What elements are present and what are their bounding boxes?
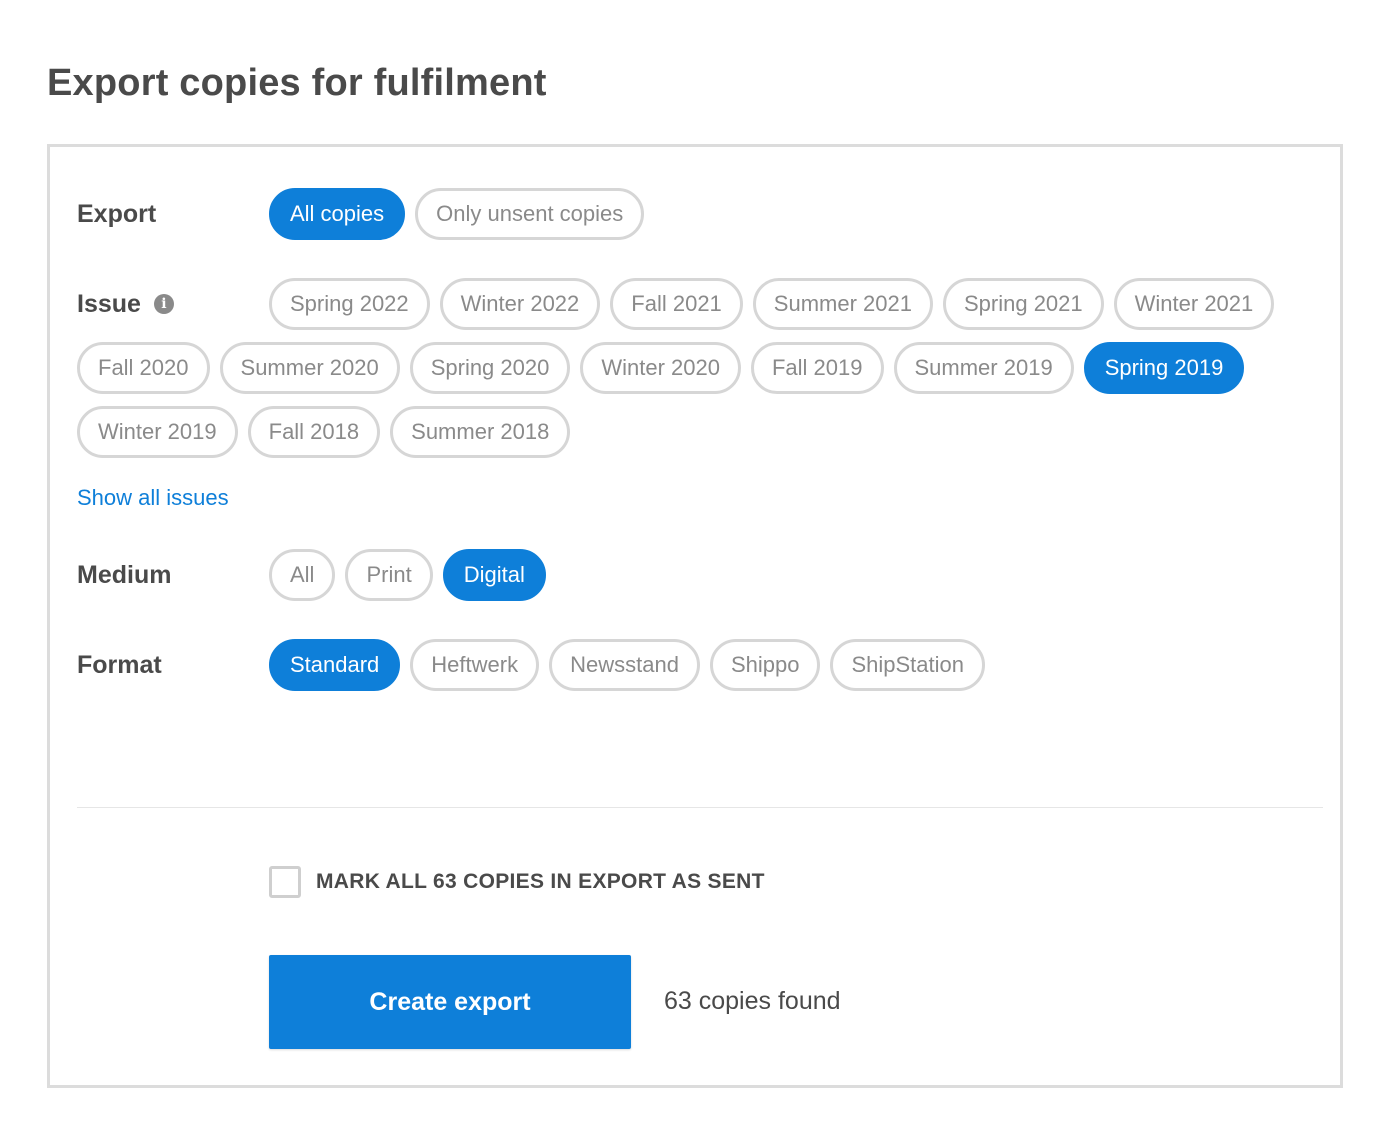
issue-option[interactable]: Winter 2019 bbox=[77, 406, 238, 458]
issue-option[interactable]: Winter 2020 bbox=[580, 342, 741, 394]
issue-option[interactable]: Summer 2019 bbox=[893, 342, 1074, 394]
issue-option[interactable]: Summer 2018 bbox=[390, 406, 571, 458]
issue-option[interactable]: Spring 2019 bbox=[1083, 342, 1245, 394]
medium-option-print[interactable]: Print bbox=[345, 549, 433, 601]
copies-found-count: 63 copies found bbox=[664, 987, 841, 1015]
export-option-only-unsent[interactable]: Only unsent copies bbox=[415, 188, 645, 240]
create-export-button[interactable]: Create export bbox=[269, 955, 631, 1049]
issue-option[interactable]: Summer 2020 bbox=[219, 342, 400, 394]
medium-options: All Print Digital bbox=[269, 549, 546, 601]
format-label: Format bbox=[77, 650, 162, 679]
show-all-issues-link[interactable]: Show all issues bbox=[77, 485, 229, 511]
format-option-shippo[interactable]: Shippo bbox=[709, 639, 821, 691]
format-options: Standard Heftwerk Newsstand Shippo ShipS… bbox=[269, 639, 985, 691]
export-options: All copies Only unsent copies bbox=[269, 188, 645, 240]
format-option-standard[interactable]: Standard bbox=[269, 639, 401, 691]
issue-option[interactable]: Fall 2019 bbox=[750, 342, 884, 394]
format-option-heftwerk[interactable]: Heftwerk bbox=[410, 639, 540, 691]
issue-label: Issue i bbox=[77, 278, 174, 330]
format-option-newsstand[interactable]: Newsstand bbox=[549, 639, 700, 691]
issue-options-row-3: Winter 2019 Fall 2018 Summer 2018 bbox=[77, 406, 571, 458]
section-divider bbox=[77, 807, 1323, 808]
issue-option[interactable]: Winter 2021 bbox=[1113, 278, 1275, 330]
issue-option[interactable]: Spring 2022 bbox=[269, 278, 430, 330]
issue-option[interactable]: Spring 2021 bbox=[942, 278, 1104, 330]
export-option-all-copies[interactable]: All copies bbox=[269, 188, 406, 240]
issue-option[interactable]: Summer 2021 bbox=[752, 278, 933, 330]
export-label: Export bbox=[77, 199, 157, 228]
medium-label: Medium bbox=[77, 560, 172, 589]
info-icon[interactable]: i bbox=[153, 294, 174, 314]
issue-label-text: Issue bbox=[77, 289, 141, 318]
issue-options-row-1: Spring 2022 Winter 2022 Fall 2021 Summer… bbox=[269, 278, 1275, 330]
issue-option[interactable]: Spring 2020 bbox=[409, 342, 571, 394]
mark-sent-row[interactable]: MARK ALL 63 COPIES IN EXPORT AS SENT bbox=[269, 866, 765, 898]
issue-option[interactable]: Winter 2022 bbox=[439, 278, 601, 330]
mark-sent-label: MARK ALL 63 COPIES IN EXPORT AS SENT bbox=[316, 870, 765, 893]
issue-option[interactable]: Fall 2020 bbox=[77, 342, 210, 394]
mark-sent-checkbox[interactable] bbox=[269, 866, 301, 898]
issue-option[interactable]: Fall 2018 bbox=[247, 406, 381, 458]
medium-option-all[interactable]: All bbox=[269, 549, 336, 601]
medium-option-digital[interactable]: Digital bbox=[442, 549, 546, 601]
export-panel: Export All copies Only unsent copies Iss… bbox=[47, 144, 1343, 1088]
page-title: Export copies for fulfilment bbox=[47, 62, 547, 104]
issue-option[interactable]: Fall 2021 bbox=[610, 278, 743, 330]
format-option-shipstation[interactable]: ShipStation bbox=[830, 639, 985, 691]
issue-options-row-2: Fall 2020 Summer 2020 Spring 2020 Winter… bbox=[77, 342, 1245, 394]
